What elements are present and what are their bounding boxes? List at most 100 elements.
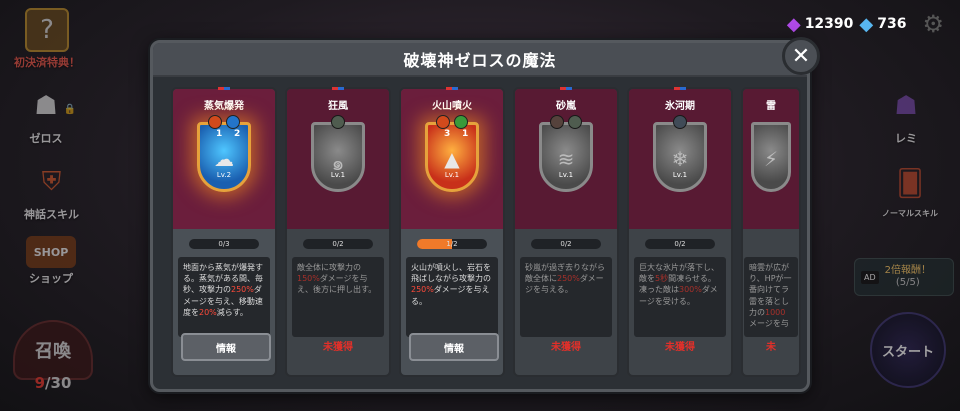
wind-orb-icon [331,115,345,129]
scroll-icon: ? [25,8,69,52]
volcano-icon: ▲ [444,147,460,171]
magic-modal: 破壊神ゼロスの魔法 蒸気爆発 1 2 ☁ Lv.2 0/3 地面から蒸気が爆発す… [150,40,810,392]
info-button[interactable]: 情報 [181,333,271,361]
water-orb-count: 2 [234,129,241,139]
unacquired-label: 未 [766,342,776,353]
water-orb-icon [673,115,687,129]
shop-menu-button[interactable]: SHOP ショップ [26,236,76,286]
remi-menu-button[interactable]: ☗ レミ [884,84,928,146]
magic-card-steam-explosion[interactable]: 蒸気爆発 1 2 ☁ Lv.2 0/3 地面から蒸気が爆発する。蒸気がある間、毎… [171,87,277,377]
wind-orb-icon [454,115,468,129]
ice-age-shield-icon: ❄ Lv.1 [653,115,707,192]
card-level: Lv.1 [558,171,574,179]
card-level: Lv.1 [672,171,688,179]
card-header: 雷 ⚡ [743,89,799,229]
thunder-icon: ⚡ [763,147,779,171]
crystal-counter[interactable]: ◆ 736 [859,14,906,35]
cards-icon: 🂠 [896,169,924,199]
first-purchase-bonus-label: 初決済特典！ [14,56,80,69]
summon-label: 召喚 [35,341,71,362]
sandstorm-shield-icon: ≋ Lv.1 [539,115,593,192]
unacquired-label: 未獲得 [551,342,581,353]
desc-highlight: 300% [679,285,702,295]
lock-icon: 🔒 [63,104,76,115]
element-orbs [208,115,240,129]
element-mark-icon [332,87,344,93]
fire-orb-icon [550,115,564,129]
element-orbs [436,115,468,129]
desc-highlight: 150% [297,274,320,284]
ice-crystal-icon: ❄ [671,147,689,171]
hooded-figure-icon: ☗ [34,91,58,121]
summon-button[interactable]: 召喚 9/30 [8,320,98,392]
currency-bar: ◆ 12390 ◆ 736 ⚙ [787,10,944,38]
crystal-icon: ◆ [859,13,874,35]
summon-current: 9 [34,374,46,392]
sand-swirl-icon: ≋ [557,147,575,171]
zeros-label: ゼロス [29,132,63,145]
card-description: 地面から蒸気が爆発する。蒸気がある間、毎秒、攻撃力の250%ダメージを与え、移動… [178,257,270,337]
progress-text: 0/2 [560,240,572,248]
amethyst-counter[interactable]: ◆ 12390 [787,14,854,35]
hooded-character-icon: ☗ [894,91,918,121]
card-name: 火山噴火 [432,101,472,112]
card-header: 蒸気爆発 1 2 ☁ Lv.2 [173,87,275,229]
shop-sign-icon: SHOP [26,236,76,268]
ad-reward-label: 2倍報酬！ [884,265,932,276]
magic-card-gale[interactable]: 狂風 ๑ Lv.1 0/2 敵全体に攻撃力の150%ダメージを与え、後方に押し出… [285,87,391,377]
steam-shield-icon: 1 2 ☁ Lv.2 [197,115,251,192]
crystal-amount: 736 [877,16,907,32]
desc-highlight: 1000 [765,307,786,317]
fire-shield-icon: ⛨ [41,166,62,197]
card-name: 雷 [766,101,776,112]
start-button[interactable]: スタート [870,312,946,388]
element-mark-icon [446,87,458,93]
desc-highlight: 250% [557,274,580,284]
steam-cloud-icon: ☁ [214,147,234,171]
card-description: 巨大な氷片が落下し、敵を5秒間凍らせる。凍った敵は300%ダメージを受ける。 [634,257,726,337]
magic-card-ice-age[interactable]: 氷河期 ❄ Lv.1 0/2 巨大な氷片が落下し、敵を5秒間凍らせる。凍った敵は… [627,87,733,377]
element-orbs [550,115,582,129]
card-description: 火山が噴火し、岩石を飛ばしながら攻撃力の250%ダメージを与える。 [406,257,498,337]
volcano-shield-icon: 3 1 ▲ Lv.1 [425,115,479,192]
gale-shield-icon: ๑ Lv.1 [311,115,365,192]
amethyst-icon: ◆ [786,13,801,35]
card-progress-bar: 0/2 [303,239,373,249]
desc-text: 減らす。 [216,307,248,317]
element-mark-icon [674,87,686,93]
magic-card-list: 蒸気爆発 1 2 ☁ Lv.2 0/3 地面から蒸気が爆発する。蒸気がある間、毎… [171,87,807,387]
magic-card-volcanic-eruption[interactable]: 火山噴火 3 1 ▲ Lv.1 1/2 火山が噴火し、岩石を飛ばしながら攻撃力の… [399,87,505,377]
element-orbs [673,115,687,129]
card-name: 氷河期 [665,101,695,112]
magic-card-thunder[interactable]: 雷 ⚡ 暗雲が広がり、HPが一番向けてラ雷を落とし力の1000メージを与 未 [741,87,801,377]
close-button[interactable]: ✕ [782,37,820,75]
info-button[interactable]: 情報 [409,333,499,361]
zeros-menu-button[interactable]: ☗ 🔒 ゼロス [24,84,77,146]
card-name: 狂風 [328,101,348,112]
card-description: 暗雲が広がり、HPが一番向けてラ雷を落とし力の1000メージを与 [744,257,798,337]
desc-text: 敵全体に攻撃力の [297,263,361,272]
ad-play-icon: AD [861,270,879,284]
normal-skill-menu-button[interactable]: 🂠 ノーマルスキル [882,162,938,219]
ad-double-reward-button[interactable]: AD 2倍報酬！ (5/5) [854,258,954,296]
card-description: 砂嵐が過ぎ去りながら敵全体に250%ダメージを与える。 [520,257,612,337]
desc-highlight: 250% [411,285,434,295]
magic-card-sandstorm[interactable]: 砂嵐 ≋ Lv.1 0/2 砂嵐が過ぎ去りながら敵全体に250%ダメージを与える… [513,87,619,377]
desc-highlight: 20% [199,307,217,317]
fire-orb-count: 1 [216,129,223,139]
desc-highlight: 250% [231,285,254,295]
card-level: Lv.1 [444,171,460,179]
normal-skill-label: ノーマルスキル [882,209,938,218]
myth-skill-menu-button[interactable]: ⛨ 神話スキル [24,160,79,222]
card-name: 蒸気爆発 [204,101,244,112]
myth-skill-label: 神話スキル [24,208,79,221]
summon-circle: 召喚 [13,320,93,380]
thunder-shield-icon: ⚡ [751,122,791,192]
wind-orb-count: 1 [462,129,469,139]
card-header: 砂嵐 ≋ Lv.1 [515,87,617,229]
gear-icon[interactable]: ⚙ [922,10,944,38]
card-progress-bar: 0/2 [645,239,715,249]
element-mark-icon [218,87,230,93]
first-purchase-bonus-button[interactable]: ? 初決済特典！ [14,8,80,70]
card-name: 砂嵐 [556,101,576,112]
